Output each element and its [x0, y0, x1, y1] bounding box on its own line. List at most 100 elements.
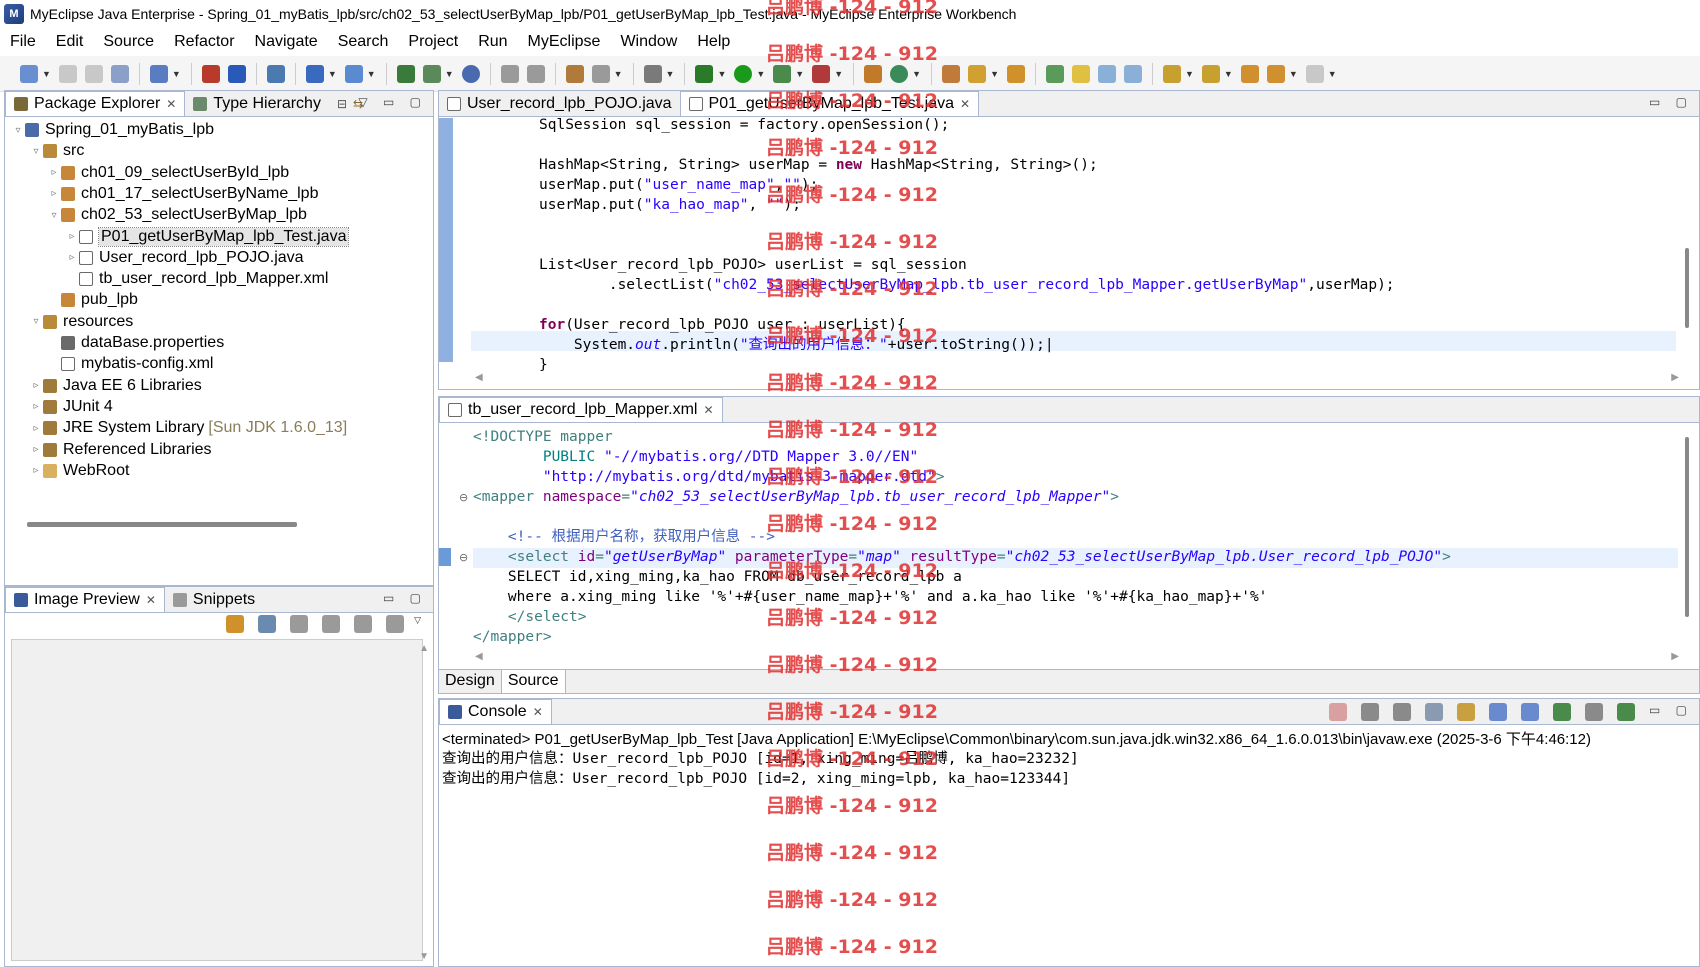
- editor-minimize-maximize[interactable]: ▭ ▢: [1649, 95, 1693, 109]
- menu-navigate[interactable]: Navigate: [245, 33, 328, 51]
- save-icon[interactable]: [58, 64, 77, 83]
- toggle-breadcrumb-icon[interactable]: [1045, 64, 1064, 83]
- close-icon[interactable]: ✕: [166, 97, 176, 111]
- open-folder-icon[interactable]: [942, 64, 961, 83]
- scroll-right-icon[interactable]: ▶: [1671, 372, 1679, 383]
- run-icon[interactable]: [734, 64, 753, 83]
- expanded-arrow-icon[interactable]: ▿: [11, 125, 25, 136]
- terminate-icon[interactable]: [1329, 703, 1347, 721]
- xml-editor-vertical-scrollbar[interactable]: [1685, 437, 1689, 617]
- menu-window[interactable]: Window: [610, 33, 687, 51]
- tree-item[interactable]: ▹ JUnit 4: [29, 396, 112, 418]
- back-icon[interactable]: [1266, 64, 1285, 83]
- last-edit-location-icon[interactable]: [1240, 64, 1259, 83]
- menu-file[interactable]: File: [0, 33, 46, 51]
- globe-icon[interactable]: [461, 64, 480, 83]
- menu-myeclipse[interactable]: MyEclipse: [518, 33, 611, 51]
- new-class-icon[interactable]: [396, 64, 415, 83]
- new-java-project-icon[interactable]: [864, 64, 883, 83]
- pin-console-icon[interactable]: [1553, 703, 1571, 721]
- print-icon[interactable]: [110, 64, 129, 83]
- open-file-icon[interactable]: [1006, 64, 1025, 83]
- xml-code[interactable]: <!DOCTYPE mapper PUBLIC "-//mybatis.org/…: [473, 427, 1451, 647]
- collapsed-arrow-icon[interactable]: ▹: [47, 188, 61, 199]
- open-console-icon[interactable]: [1617, 703, 1635, 721]
- menu-help[interactable]: Help: [687, 33, 740, 51]
- tree-item[interactable]: dataBase.properties: [47, 332, 224, 354]
- tree-item[interactable]: ▿ Spring_01_myBatis_lpb: [11, 119, 214, 141]
- forward-icon[interactable]: [1305, 64, 1324, 83]
- terminal-icon[interactable]: [643, 64, 662, 83]
- sync-icon[interactable]: [226, 615, 245, 633]
- open-type-icon[interactable]: [565, 64, 584, 83]
- java-code[interactable]: SqlSession sql_session = factory.openSes…: [539, 115, 1395, 375]
- scroll-up-icon[interactable]: ▲: [419, 643, 429, 654]
- tree-item[interactable]: ▿ src: [29, 140, 84, 162]
- tree-item[interactable]: ▹ ch01_17_selectUserByName_lpb: [47, 183, 318, 205]
- zoom-out-icon[interactable]: [290, 615, 309, 633]
- next-annotation-icon[interactable]: [1162, 64, 1181, 83]
- collapsed-arrow-icon[interactable]: ▹: [29, 401, 43, 412]
- tab-console[interactable]: Console ✕: [439, 699, 552, 724]
- scroll-right-icon[interactable]: ▶: [1671, 651, 1679, 662]
- collapsed-arrow-icon[interactable]: ▹: [29, 423, 43, 434]
- wand-icon[interactable]: [968, 64, 987, 83]
- fold-toggle-icon[interactable]: ⊖: [459, 551, 468, 564]
- tree-item[interactable]: ▹ P01_getUserByMap_lpb_Test.java: [65, 226, 350, 248]
- save-all-icon[interactable]: [84, 64, 103, 83]
- server-icon[interactable]: [227, 64, 246, 83]
- tree-item[interactable]: ▹ JRE System Library [Sun JDK 1.6.0_13]: [29, 417, 347, 439]
- tab-source[interactable]: Source: [501, 670, 566, 693]
- tree-item[interactable]: pub_lpb: [47, 289, 138, 311]
- show-whitespace-icon[interactable]: [1123, 64, 1142, 83]
- expanded-arrow-icon[interactable]: ▿: [29, 316, 43, 327]
- forward-edit-icon[interactable]: [526, 64, 545, 83]
- tab-image-preview[interactable]: Image Preview ✕: [5, 587, 165, 612]
- web-icon[interactable]: [305, 64, 324, 83]
- back-edit-icon[interactable]: [500, 64, 519, 83]
- show-on-stderr-icon[interactable]: [1521, 703, 1539, 721]
- clear-console-icon[interactable]: [1425, 703, 1443, 721]
- tree-item[interactable]: ▹ ch01_09_selectUserById_lpb: [47, 162, 289, 184]
- tree-item[interactable]: ▿ ch02_53_selectUserByMap_lpb: [47, 204, 306, 226]
- console-minimize-maximize[interactable]: ▭ ▢: [1649, 703, 1693, 717]
- menu-edit[interactable]: Edit: [46, 33, 94, 51]
- fit-image-icon[interactable]: [258, 615, 277, 633]
- collapse-all-icon[interactable]: ⊟: [337, 97, 347, 111]
- scroll-left-icon[interactable]: ◀: [475, 372, 483, 383]
- tab-snippets[interactable]: Snippets: [165, 587, 263, 612]
- actual-size-icon[interactable]: [354, 615, 373, 633]
- tree-horizontal-scrollbar[interactable]: [27, 522, 297, 527]
- tab-pojo-java[interactable]: User_record_lpb_POJO.java: [439, 91, 680, 116]
- mark-occurrences-icon[interactable]: [1071, 64, 1090, 83]
- expanded-arrow-icon[interactable]: ▿: [47, 210, 61, 221]
- remove-launch-icon[interactable]: [1361, 703, 1379, 721]
- close-icon[interactable]: ✕: [703, 403, 713, 417]
- close-icon[interactable]: ✕: [533, 705, 543, 719]
- view-menu-minimize-maximize[interactable]: ▽ ▭ ▢: [358, 95, 427, 109]
- close-icon[interactable]: ✕: [146, 593, 156, 607]
- coverage-icon[interactable]: [773, 64, 792, 83]
- tree-item[interactable]: ▹ User_record_lpb_POJO.java: [65, 247, 303, 269]
- browser-icon[interactable]: [344, 64, 363, 83]
- collapsed-arrow-icon[interactable]: ▹: [65, 231, 79, 242]
- java-editor-vertical-scrollbar[interactable]: [1685, 248, 1689, 328]
- tab-test-java[interactable]: P01_getUserByMap_lpb_Test.java ✕: [679, 91, 980, 116]
- tab-package-explorer[interactable]: Package Explorer ✕: [5, 91, 186, 116]
- menu-search[interactable]: Search: [328, 33, 399, 51]
- database-icon[interactable]: [266, 64, 285, 83]
- zoom-in-icon[interactable]: [322, 615, 341, 633]
- block-selection-icon[interactable]: [1097, 64, 1116, 83]
- collapsed-arrow-icon[interactable]: ▹: [29, 465, 43, 476]
- menu-refactor[interactable]: Refactor: [164, 33, 244, 51]
- tab-type-hierarchy[interactable]: Type Hierarchy: [185, 91, 329, 116]
- show-on-stdout-icon[interactable]: [1489, 703, 1507, 721]
- close-icon[interactable]: ✕: [960, 97, 970, 111]
- search-tool-icon[interactable]: [591, 64, 610, 83]
- tree-item[interactable]: ▹ WebRoot: [29, 460, 129, 482]
- fold-toggle-icon[interactable]: ⊖: [459, 491, 468, 504]
- menu-project[interactable]: Project: [398, 33, 468, 51]
- remove-all-terminated-icon[interactable]: [1393, 703, 1411, 721]
- new-project-icon[interactable]: [149, 64, 168, 83]
- fit-window-icon[interactable]: [386, 615, 405, 633]
